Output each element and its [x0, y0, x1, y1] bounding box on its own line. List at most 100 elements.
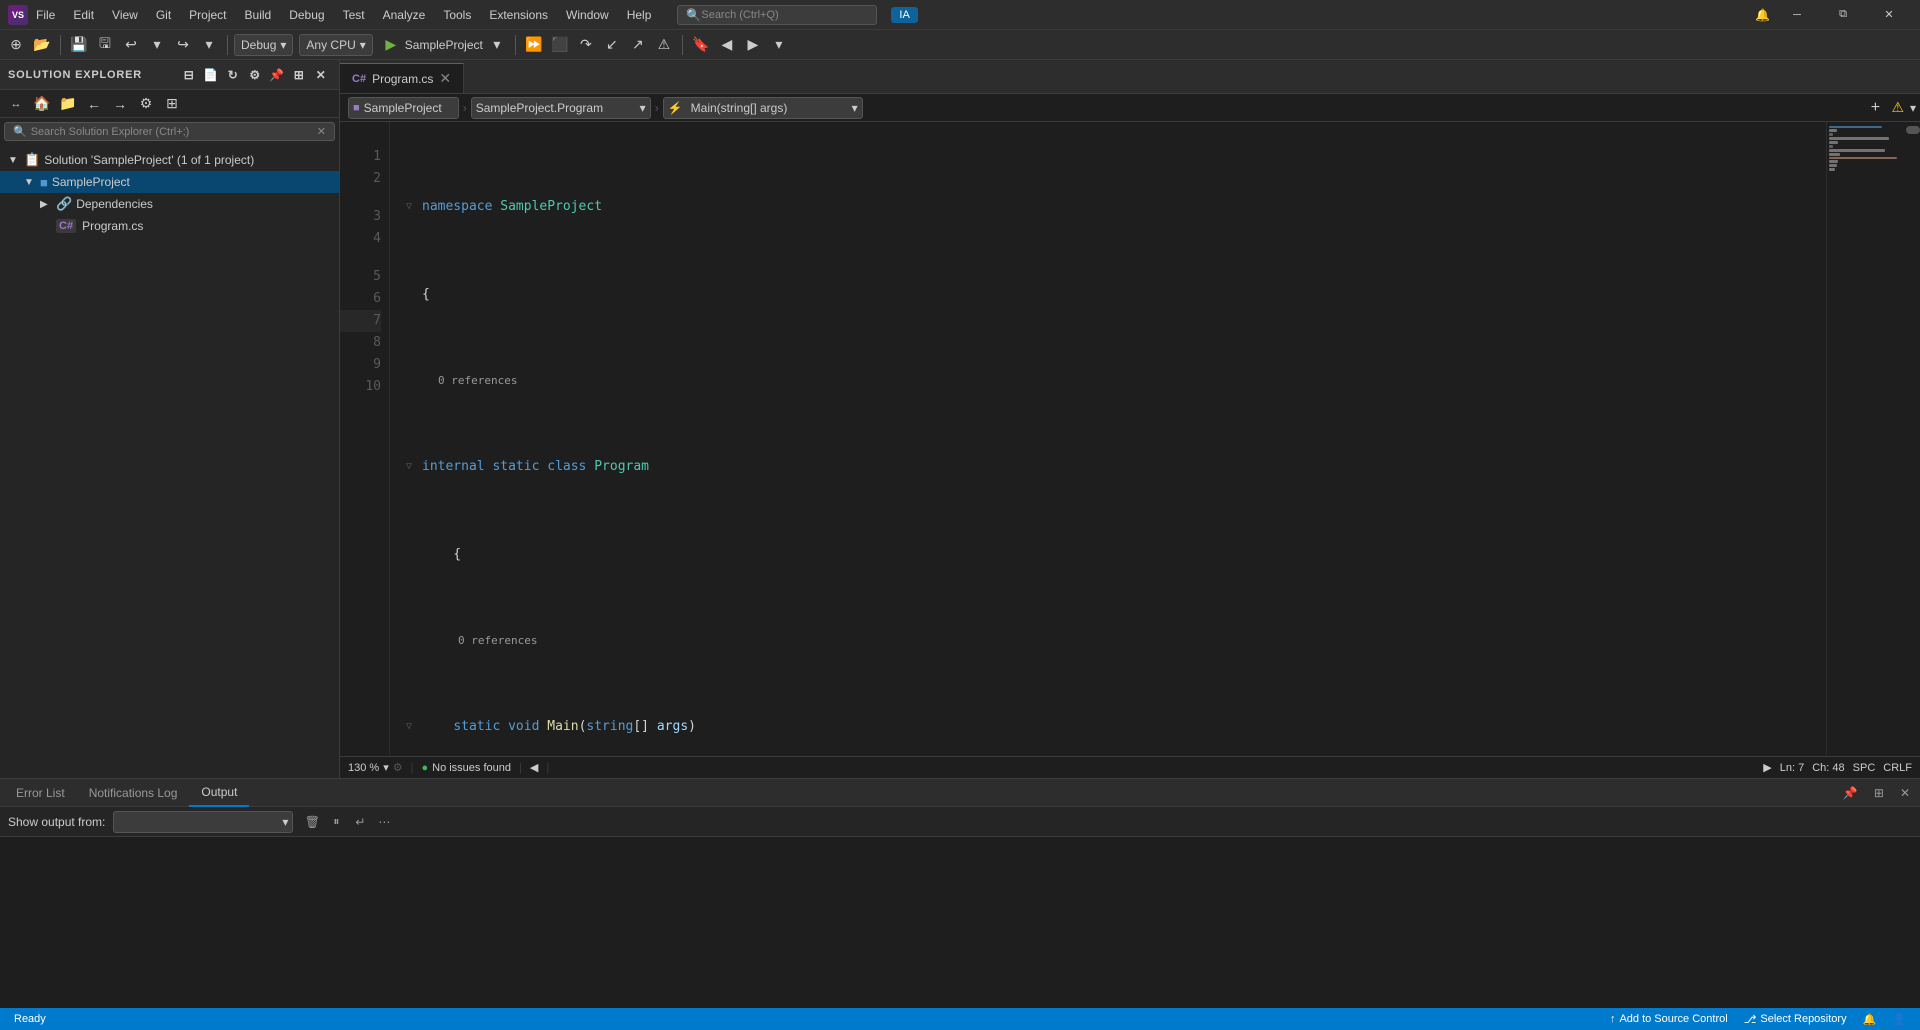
tree-item-project[interactable]: ▼ ■ SampleProject: [0, 171, 339, 193]
collapse-all-btn[interactable]: ⊟: [179, 65, 199, 85]
pin-panel-btn[interactable]: 📌: [1837, 786, 1864, 800]
redo-dropdown-btn[interactable]: ▾: [197, 33, 221, 57]
output-source-dropdown[interactable]: ▾: [113, 811, 293, 833]
tab-program-cs[interactable]: C# Program.cs ✕: [340, 63, 464, 93]
breadcrumb-project[interactable]: ■ SampleProject ▾: [348, 97, 459, 119]
output-clear-btn[interactable]: 🗑: [301, 811, 323, 833]
se-forward-btn[interactable]: →: [108, 92, 132, 116]
config-dropdown[interactable]: Debug ▾: [234, 34, 293, 56]
scrollbar-thumb[interactable]: [1906, 126, 1920, 134]
maximize-button[interactable]: ⧉: [1820, 0, 1866, 30]
close-panel-btn[interactable]: ✕: [1894, 786, 1916, 800]
step-in-btn[interactable]: ↙: [600, 33, 624, 57]
menu-git[interactable]: Git: [148, 6, 179, 24]
open-btn[interactable]: 📂: [30, 33, 54, 57]
se-props-btn[interactable]: ⚙: [134, 92, 158, 116]
output-filter-btn[interactable]: ⋯: [373, 811, 395, 833]
tab-error-list[interactable]: Error List: [4, 779, 77, 807]
tree-item-dependencies[interactable]: ▶ 🔗 Dependencies: [0, 193, 339, 215]
se-folder-btn[interactable]: 📁: [56, 92, 80, 116]
minimize-button[interactable]: ─: [1774, 0, 1820, 30]
code-line-3: ▽ internal static class Program: [406, 456, 1818, 478]
redo-btn[interactable]: ↪: [171, 33, 195, 57]
editor-scrollbar[interactable]: [1906, 122, 1920, 756]
close-panel-btn[interactable]: ✕: [311, 65, 331, 85]
breadcrumb-method[interactable]: ⚡ Main(string[] args) ▾: [663, 97, 863, 119]
status-ready[interactable]: Ready: [8, 1008, 52, 1030]
namespace-name: SampleProject: [500, 196, 602, 218]
run-project-label[interactable]: SampleProject: [405, 38, 483, 52]
issues-status[interactable]: ● No issues found: [421, 762, 511, 774]
settings-btn[interactable]: ⚙: [245, 65, 265, 85]
bookmark-menu-btn[interactable]: ▾: [767, 33, 791, 57]
menu-debug[interactable]: Debug: [281, 6, 332, 24]
solution-search[interactable]: 🔍 Search Solution Explorer (Ctrl+;) ✕: [4, 122, 335, 141]
tree-item-program-cs[interactable]: C# Program.cs: [0, 215, 339, 237]
add-editor-btn[interactable]: +: [1863, 97, 1887, 119]
se-filter-btn[interactable]: ⊞: [160, 92, 184, 116]
profile-button[interactable]: IA: [891, 7, 917, 23]
exception-btn[interactable]: ⚠: [652, 33, 676, 57]
global-search-bar[interactable]: 🔍 Search (Ctrl+Q): [677, 5, 877, 25]
output-pause-btn[interactable]: ⏸: [325, 811, 347, 833]
code-editor[interactable]: 1 2 3 4 5 6 7 8 9 10 ▽ namespace Sa: [340, 122, 1920, 756]
nav-left-btn[interactable]: ◀: [530, 761, 538, 774]
refresh-btn[interactable]: ↻: [223, 65, 243, 85]
tab-output[interactable]: Output: [189, 779, 249, 807]
output-wrap-btn[interactable]: ↵: [349, 811, 371, 833]
new-project-btn[interactable]: ⊕: [4, 33, 28, 57]
menu-window[interactable]: Window: [558, 6, 617, 24]
notifications-button[interactable]: 🔔: [1751, 8, 1774, 22]
menu-analyze[interactable]: Analyze: [375, 6, 434, 24]
bookmark-next-btn[interactable]: ▶: [741, 33, 765, 57]
dock-btn[interactable]: ⊞: [289, 65, 309, 85]
fold-1: ▽: [406, 196, 422, 218]
search-clear-icon: ✕: [317, 125, 326, 138]
tab-notifications-log[interactable]: Notifications Log: [77, 779, 190, 807]
run-dropdown-btn[interactable]: ▾: [485, 33, 509, 57]
bookmark-btn[interactable]: 🔖: [689, 33, 713, 57]
menu-build[interactable]: Build: [237, 6, 280, 24]
paren-close: ): [688, 716, 696, 738]
menu-help[interactable]: Help: [619, 6, 660, 24]
menu-file[interactable]: File: [28, 6, 63, 24]
menu-view[interactable]: View: [104, 6, 146, 24]
tab-cs-icon: C#: [352, 73, 366, 85]
run-btn[interactable]: ▶: [379, 33, 403, 57]
save-all-btn[interactable]: 💾: [67, 33, 91, 57]
undo-dropdown-btn[interactable]: ▾: [145, 33, 169, 57]
se-back-btn[interactable]: ←: [82, 92, 106, 116]
tree-item-solution[interactable]: ▼ 📋 Solution 'SampleProject' (1 of 1 pro…: [0, 149, 339, 171]
select-repository[interactable]: ⎇ Select Repository: [1738, 1008, 1853, 1030]
menu-edit[interactable]: Edit: [65, 6, 102, 24]
notification-bell-status[interactable]: 🔔: [1857, 1008, 1883, 1030]
show-all-files-btn[interactable]: 📄: [201, 65, 221, 85]
add-to-source-control[interactable]: ↑ Add to Source Control: [1604, 1008, 1734, 1030]
nav-right-btn[interactable]: ▶: [1763, 761, 1771, 774]
status-live-share[interactable]: 👤: [1886, 1008, 1912, 1030]
breadcrumb-class[interactable]: SampleProject.Program ▾: [471, 97, 651, 119]
save-btn[interactable]: 🖫: [93, 33, 117, 57]
menu-project[interactable]: Project: [181, 6, 234, 24]
tab-close-btn[interactable]: ✕: [439, 70, 451, 87]
bookmark-prev-btn[interactable]: ◀: [715, 33, 739, 57]
solution-explorer-title: Solution Explorer: [8, 69, 142, 81]
pin-btn[interactable]: 📌: [267, 65, 287, 85]
zoom-control[interactable]: 130 % ▾ ⚙: [348, 761, 403, 774]
undo-btn[interactable]: ↩: [119, 33, 143, 57]
step-out-btn[interactable]: ↗: [626, 33, 650, 57]
menu-test[interactable]: Test: [335, 6, 373, 24]
minimap-line-ref1: [1829, 133, 1833, 136]
platform-dropdown[interactable]: Any CPU ▾: [299, 34, 372, 56]
float-panel-btn[interactable]: ⊞: [1868, 786, 1890, 800]
code-content-area[interactable]: ▽ namespace SampleProject { 0 references…: [390, 122, 1826, 756]
se-sync-btn[interactable]: ↔: [4, 92, 28, 116]
se-home-btn[interactable]: 🏠: [30, 92, 54, 116]
menu-tools[interactable]: Tools: [435, 6, 479, 24]
close-button[interactable]: ✕: [1866, 0, 1912, 30]
menu-extensions[interactable]: Extensions: [481, 6, 556, 24]
step-over-btn[interactable]: ↷: [574, 33, 598, 57]
attach-btn[interactable]: ⏩: [522, 33, 546, 57]
minimap-content: [1827, 122, 1906, 176]
breakpoints-btn[interactable]: ⬛: [548, 33, 572, 57]
